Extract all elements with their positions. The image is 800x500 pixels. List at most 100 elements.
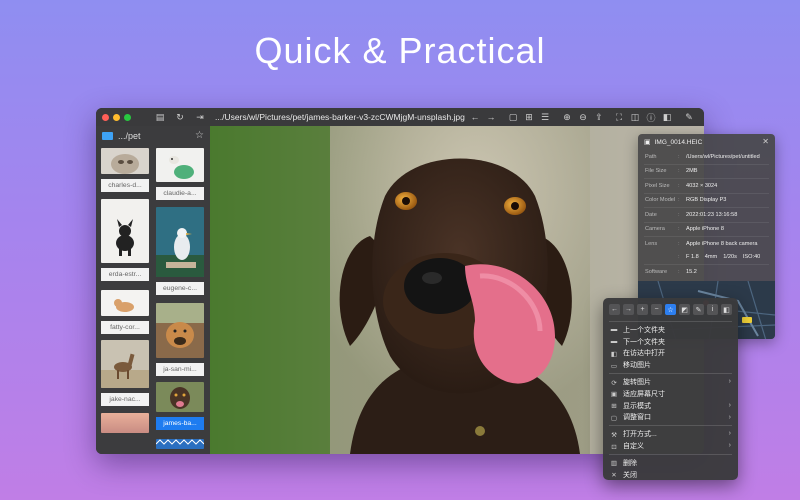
fit-screen-icon: ▣ — [610, 391, 618, 399]
horse-photo — [101, 340, 149, 388]
menu-item-delete[interactable]: ▥ 删除 — [603, 457, 738, 469]
minimize-window-button[interactable] — [113, 113, 120, 121]
chevron-right-icon: › — [728, 401, 731, 409]
split-view-icon[interactable]: ◧ — [721, 304, 732, 315]
collapse-sidebar-icon[interactable]: ⇥ — [193, 112, 207, 123]
thumbnail-item[interactable]: jake-nac... — [101, 340, 149, 406]
finder-icon: ◧ — [610, 350, 618, 358]
thumbnail-label: claudie-a... — [156, 187, 204, 200]
menu-item-prev-folder[interactable]: ▬ 上一个文件夹 — [603, 324, 738, 336]
thumbnail-item[interactable]: claudie-a... — [156, 148, 204, 200]
menu-item-adjust-window[interactable]: ▢ 调整窗口 › — [603, 412, 738, 424]
dog-photo — [156, 148, 204, 182]
menu-item-next-folder[interactable]: ▬ 下一个文件夹 — [603, 336, 738, 348]
cat-photo — [101, 148, 149, 174]
info-icon[interactable]: i — [707, 304, 718, 315]
list-view-icon[interactable]: ☰ — [538, 112, 552, 123]
crop-icon[interactable]: ◫ — [628, 112, 642, 123]
refresh-icon[interactable]: ↻ — [173, 112, 187, 123]
close-icon: ✕ — [611, 472, 617, 480]
sunset-photo — [101, 413, 149, 433]
folder-icon: ▬ — [610, 338, 618, 346]
menu-item-close[interactable]: ✕ 关闭 — [603, 469, 738, 480]
zoom-out-icon[interactable]: ⊖ — [576, 112, 590, 123]
share-icon[interactable]: ⇪ — [592, 112, 606, 123]
back-arrow-icon[interactable]: ← — [468, 112, 482, 122]
trash-icon: ▥ — [610, 460, 618, 468]
zoom-out-icon[interactable]: − — [651, 304, 662, 315]
thumbnail-label-selected: james-ba... — [156, 417, 204, 430]
info-row-software: Software:15.2 — [645, 268, 697, 275]
chevron-right-icon: › — [728, 430, 731, 438]
custom-icon: ⊡ — [611, 443, 617, 451]
thumbnail-item[interactable]: james-ba... — [156, 382, 204, 430]
dog-photo — [156, 382, 204, 412]
close-window-button[interactable] — [102, 113, 109, 121]
thumbnail-item[interactable]: charles-d... — [101, 148, 149, 192]
title-bar: ▤ ↻ ⇥ .../Users/wl/Pictures/pet/james-ba… — [96, 108, 704, 126]
chevron-right-icon: › — [728, 378, 731, 386]
info-row-camera: Camera: Apple iPhone 8 — [645, 226, 724, 233]
star-icon[interactable]: ☆ — [665, 304, 676, 315]
thumbnail-label: erda-estr... — [101, 268, 149, 281]
menu-item-open-with[interactable]: ⚒ 打开方式... › — [603, 428, 738, 440]
zoom-in-icon[interactable]: ⊕ — [560, 112, 574, 123]
thumbnail-label: charles-d... — [101, 179, 149, 192]
toolbar-right: ← → ▢ ⊞ ☰ ⊕ ⊖ ⇪ ⛶ ◫ ⓘ ◧ ✎ — [468, 108, 696, 126]
image-icon[interactable]: ◩ — [679, 304, 690, 315]
dog-photo — [156, 303, 204, 358]
thumbnail-item[interactable]: fatty-cor... — [101, 290, 149, 334]
move-icon: ▭ — [610, 362, 618, 370]
menu-item-customize[interactable]: ⊡ 自定义 › — [603, 440, 738, 452]
sidebar-header: .../pet ☆ — [96, 126, 210, 146]
forward-arrow-icon[interactable]: → — [484, 112, 498, 122]
menu-item-display-mode[interactable]: ⊞ 显示模式 › — [603, 400, 738, 412]
thumbnail-sidebar: .../pet ☆ charles-d... erda-estr... fatt… — [96, 126, 210, 454]
back-arrow-icon[interactable]: ← — [609, 304, 620, 315]
thumbnail-column-left: charles-d... erda-estr... fatty-cor... j… — [101, 148, 149, 438]
thumbnail-label: jake-nac... — [101, 393, 149, 406]
thumbnail-item[interactable]: eugene-c... — [156, 207, 204, 295]
zoom-in-icon[interactable]: + — [637, 304, 648, 315]
thumbnail-label: fatty-cor... — [101, 321, 149, 334]
open-with-icon: ⚒ — [611, 431, 617, 439]
rotate-icon: ⟳ — [611, 379, 617, 387]
sidebar-toggle-icon[interactable]: ▤ — [153, 112, 167, 123]
folder-icon — [102, 132, 113, 140]
thumbnail-label: ja-san-mi... — [156, 363, 204, 376]
thumbnail-item[interactable]: erda-estr... — [101, 199, 149, 281]
close-icon[interactable]: ✕ — [762, 137, 769, 146]
grid-view-icon[interactable]: ⊞ — [522, 112, 536, 123]
traffic-lights — [102, 113, 131, 121]
chevron-right-icon: › — [728, 442, 731, 450]
fullscreen-icon[interactable]: ⛶ — [612, 112, 626, 123]
folder-path: .../pet — [118, 131, 141, 141]
menu-item-move-image[interactable]: ▭ 移动图片 — [603, 359, 738, 371]
pin-icon[interactable]: ✎ — [682, 112, 696, 123]
info-icon[interactable]: ⓘ — [644, 111, 658, 124]
info-panel-header: ▣ IMG_0014.HEIC — [638, 134, 775, 150]
star-icon[interactable]: ☆ — [195, 130, 204, 141]
window-icon: ▢ — [610, 414, 618, 422]
context-menu: ← → + − ☆ ◩ ✎ i ◧ ▬ 上一个文件夹 ▬ 下一个文件夹 ◧ 在访达中打… — [603, 298, 738, 480]
thumbnail-item[interactable]: ja-san-mi... — [156, 303, 204, 376]
menu-item-open-in-finder[interactable]: ◧ 在访达中打开 — [603, 348, 738, 360]
info-row-pixel-size: Pixel Size:4032 × 3024 — [645, 182, 718, 189]
menu-item-rotate[interactable]: ⟳ 旋转图片 › — [603, 376, 738, 388]
info-row-date: Date:2022:01:23 13:16:58 — [645, 211, 738, 218]
info-row-color-model: Color Model: RGB Display P3 — [645, 197, 727, 204]
menu-item-fit-screen[interactable]: ▣ 适应屏幕尺寸 — [603, 388, 738, 400]
forward-arrow-icon[interactable]: → — [623, 304, 634, 315]
single-view-icon[interactable]: ▢ — [506, 112, 520, 123]
thumbnail-item[interactable] — [101, 413, 149, 438]
edit-icon[interactable]: ✎ — [693, 304, 704, 315]
pattern-photo — [155, 439, 205, 449]
maximize-window-button[interactable] — [124, 113, 131, 121]
folder-icon: ▬ — [610, 326, 618, 334]
thumbnail-item[interactable] — [155, 436, 205, 454]
file-path: .../Users/wl/Pictures/pet/james-barker-v… — [215, 112, 465, 122]
headline: Quick & Practical — [254, 30, 546, 71]
thumbnail-label: eugene-c... — [156, 282, 204, 295]
info-row-exposure: : F 1.8 4mm 1/20s ISO:40 — [678, 254, 761, 261]
split-view-icon[interactable]: ◧ — [660, 112, 674, 123]
